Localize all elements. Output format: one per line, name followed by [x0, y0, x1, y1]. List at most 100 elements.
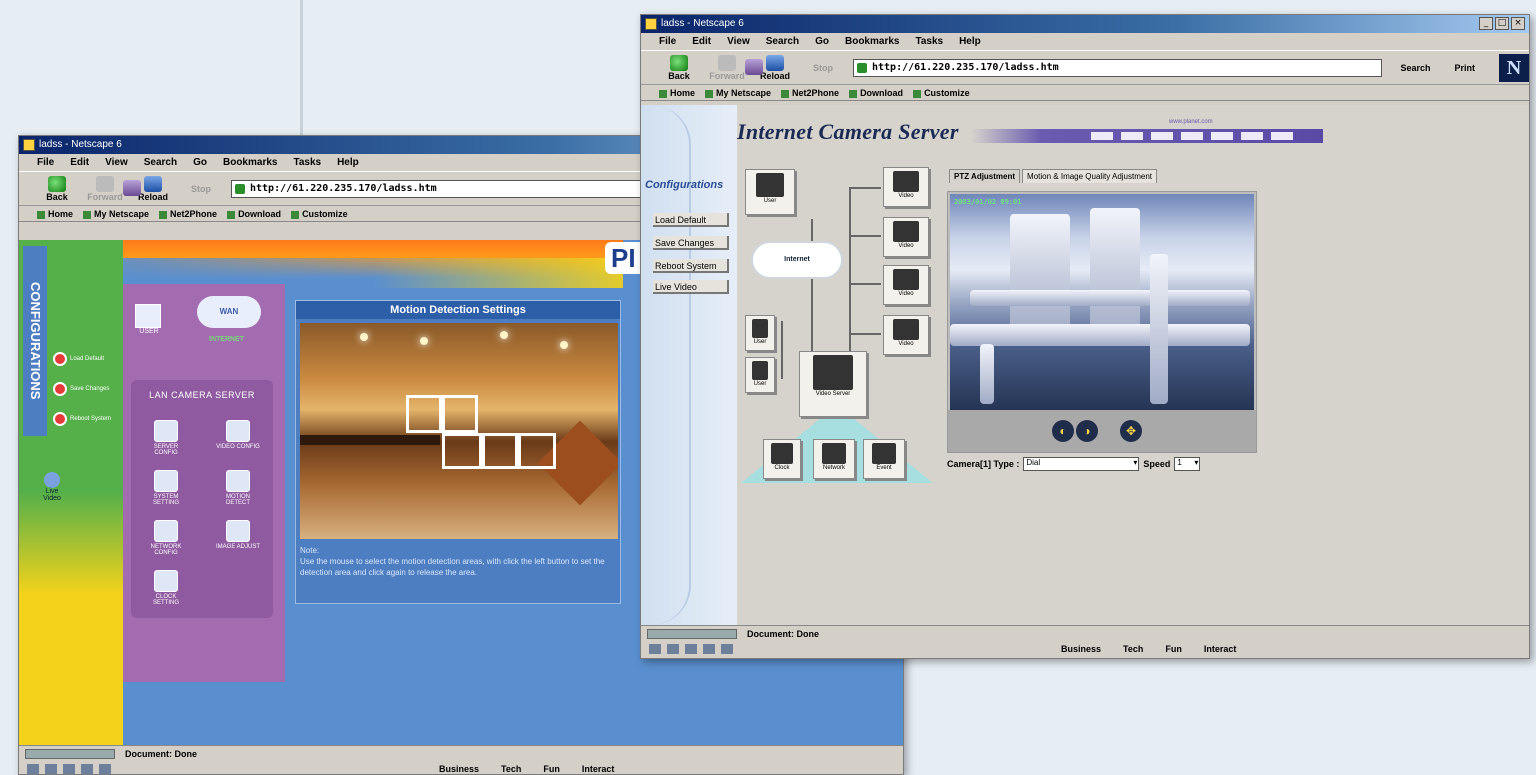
tab-interact[interactable]: Interact: [582, 761, 615, 774]
detection-area[interactable]: [442, 395, 478, 433]
link-customize[interactable]: Customize: [291, 206, 348, 221]
menu-file[interactable]: File: [659, 33, 676, 50]
zoom-in-icon[interactable]: ◑: [1076, 420, 1098, 442]
back-button[interactable]: Back: [661, 54, 697, 81]
detection-area[interactable]: [518, 433, 556, 469]
tab-tech[interactable]: Tech: [501, 761, 521, 774]
search-button[interactable]: Search: [1394, 63, 1436, 73]
motion-detect-item[interactable]: MOTION DETECT: [215, 470, 261, 506]
clock-node[interactable]: Clock: [763, 439, 801, 479]
system-setting-item[interactable]: SYSTEM SETTING: [143, 470, 189, 506]
link-download[interactable]: Download: [227, 206, 281, 221]
menu-help[interactable]: Help: [959, 33, 981, 50]
menu-view[interactable]: View: [105, 154, 128, 171]
menu-bookmarks[interactable]: Bookmarks: [845, 33, 899, 50]
menu-edit[interactable]: Edit: [692, 33, 711, 50]
link-net2phone[interactable]: Net2Phone: [781, 85, 839, 100]
live-video-button[interactable]: Live Video: [37, 472, 67, 502]
stop-button[interactable]: Stop: [123, 180, 219, 196]
tab-fun[interactable]: Fun: [543, 761, 560, 774]
camera-preview-image[interactable]: [300, 323, 618, 539]
video-node-1[interactable]: Video: [883, 167, 929, 207]
tab-interact[interactable]: Interact: [1204, 641, 1237, 657]
menu-search[interactable]: Search: [766, 33, 799, 50]
tab-tech[interactable]: Tech: [1123, 641, 1143, 657]
video-config-item[interactable]: VIDEO CONFIG: [215, 420, 261, 450]
forward-button[interactable]: Forward: [709, 54, 745, 81]
composer-icon[interactable]: [63, 764, 75, 774]
event-node[interactable]: Event: [863, 439, 905, 479]
camera-type-select[interactable]: Dial: [1023, 457, 1140, 471]
speed-select[interactable]: 1: [1174, 457, 1201, 471]
detection-area[interactable]: [442, 433, 482, 469]
detection-area[interactable]: [406, 395, 442, 433]
video-node-2[interactable]: Video: [883, 217, 929, 257]
navigator-icon[interactable]: [27, 764, 39, 774]
address-book-icon[interactable]: [703, 644, 715, 654]
video-node-4[interactable]: Video: [883, 315, 929, 355]
camera-live-image[interactable]: 2003/01/02 09:01: [950, 194, 1254, 410]
maximize-button[interactable]: □: [1495, 17, 1509, 30]
user-node-3[interactable]: User: [745, 357, 775, 393]
load-default-link[interactable]: Load Default: [653, 213, 729, 227]
close-button[interactable]: ×: [1511, 17, 1525, 30]
menu-view[interactable]: View: [727, 33, 750, 50]
print-button[interactable]: Print: [1448, 63, 1481, 73]
im-icon[interactable]: [721, 644, 733, 654]
network-node[interactable]: Network: [813, 439, 855, 479]
im-icon[interactable]: [99, 764, 111, 774]
minimize-button[interactable]: _: [1479, 17, 1493, 30]
netscape-throbber-icon[interactable]: N: [1499, 53, 1529, 82]
forward-button[interactable]: Forward: [87, 175, 123, 202]
load-default-button[interactable]: Load Default: [53, 352, 123, 366]
server-config-item[interactable]: SERVER CONFIG: [143, 420, 189, 456]
link-my-netscape[interactable]: My Netscape: [705, 85, 771, 100]
menu-tasks[interactable]: Tasks: [915, 33, 943, 50]
tab-business[interactable]: Business: [439, 761, 479, 774]
mail-icon[interactable]: [667, 644, 679, 654]
link-download[interactable]: Download: [849, 85, 903, 100]
menu-help[interactable]: Help: [337, 154, 359, 171]
live-video-link[interactable]: Live Video: [653, 280, 729, 294]
tab-fun[interactable]: Fun: [1165, 641, 1182, 657]
composer-icon[interactable]: [685, 644, 697, 654]
address-bar[interactable]: http://61.220.235.170/ladss.htm: [853, 58, 1383, 77]
menu-tasks[interactable]: Tasks: [293, 154, 321, 171]
tab-motion-image-quality[interactable]: Motion & Image Quality Adjustment: [1022, 169, 1157, 183]
user-node-2[interactable]: User: [745, 315, 775, 351]
menu-edit[interactable]: Edit: [70, 154, 89, 171]
tab-business[interactable]: Business: [1061, 641, 1101, 657]
reboot-system-link[interactable]: Reboot System: [653, 259, 729, 273]
tab-ptz-adjustment[interactable]: PTZ Adjustment: [949, 169, 1021, 183]
save-changes-link[interactable]: Save Changes: [653, 236, 729, 250]
menu-search[interactable]: Search: [144, 154, 177, 171]
reload-icon: [766, 54, 784, 71]
navigator-icon[interactable]: [649, 644, 661, 654]
save-changes-button[interactable]: Save Changes: [53, 382, 123, 396]
pan-tilt-icon[interactable]: ✥: [1120, 420, 1142, 442]
menu-bookmarks[interactable]: Bookmarks: [223, 154, 277, 171]
address-book-icon[interactable]: [81, 764, 93, 774]
link-my-netscape[interactable]: My Netscape: [83, 206, 149, 221]
clock-setting-item[interactable]: CLOCK SETTING: [143, 570, 189, 606]
image-adjust-item[interactable]: IMAGE ADJUST: [215, 520, 261, 550]
reboot-system-button[interactable]: Reboot System: [53, 412, 123, 426]
link-home[interactable]: Home: [659, 85, 695, 100]
link-net2phone[interactable]: Net2Phone: [159, 206, 217, 221]
link-customize[interactable]: Customize: [913, 85, 970, 100]
network-config-item[interactable]: NETWORK CONFIG: [143, 520, 189, 556]
user-pc-node[interactable]: User: [745, 169, 795, 215]
video-server-node[interactable]: Video Server: [799, 351, 867, 417]
zoom-out-icon[interactable]: ◐: [1052, 420, 1074, 442]
stop-button[interactable]: Stop: [745, 59, 841, 75]
tank-shape: [1010, 214, 1070, 334]
menu-go[interactable]: Go: [193, 154, 207, 171]
user-node[interactable]: USER: [135, 304, 163, 335]
back-button[interactable]: Back: [39, 175, 75, 202]
detection-area[interactable]: [482, 433, 518, 469]
mail-icon[interactable]: [45, 764, 57, 774]
menu-file[interactable]: File: [37, 154, 54, 171]
menu-go[interactable]: Go: [815, 33, 829, 50]
link-home[interactable]: Home: [37, 206, 73, 221]
video-node-3[interactable]: Video: [883, 265, 929, 305]
